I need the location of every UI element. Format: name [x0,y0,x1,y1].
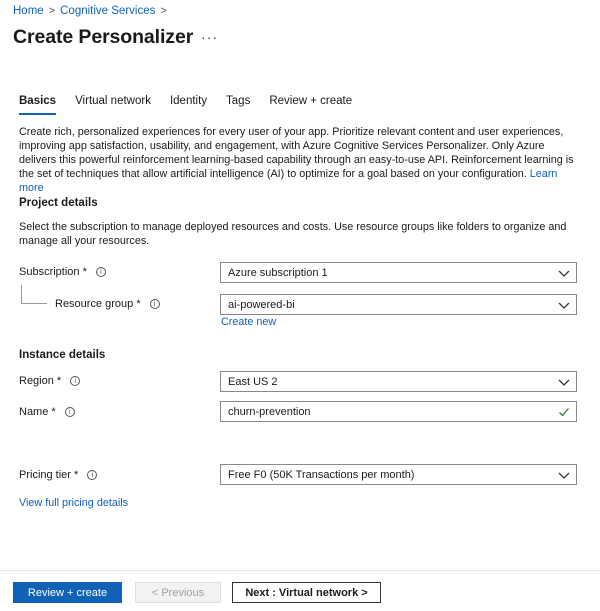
subscription-value: Azure subscription 1 [228,266,328,279]
resource-group-label: Resource group * i [55,298,160,310]
info-icon[interactable]: i [95,267,106,277]
tab-bar: Basics Virtual network Identity Tags Rev… [19,95,371,115]
info-icon[interactable]: i [87,470,98,480]
name-value: churn-prevention [228,405,311,418]
intro-text: Create rich, personalized experiences fo… [19,126,574,180]
intro-paragraph: Create rich, personalized experiences fo… [19,125,579,195]
name-label: Name * i [19,406,75,418]
chevron-down-icon [558,379,570,386]
chevron-down-icon [558,302,570,309]
resource-group-label-text: Resource group * [55,298,141,310]
tab-identity[interactable]: Identity [170,95,207,115]
info-icon[interactable]: i [64,407,75,417]
resource-group-dropdown[interactable]: ai-powered-bi [220,294,577,315]
next-virtual-network-button[interactable]: Next : Virtual network > [232,582,381,603]
breadcrumb-separator: > [48,5,56,17]
breadcrumb: Home > Cognitive Services > [13,5,167,17]
previous-button[interactable]: < Previous [135,582,221,603]
pricing-tier-label: Pricing tier * i [19,469,98,481]
subscription-label-text: Subscription * [19,266,87,278]
info-icon[interactable]: i [149,299,160,309]
info-icon[interactable]: i [70,376,81,386]
region-value: East US 2 [228,375,278,388]
view-pricing-link[interactable]: View full pricing details [19,497,128,509]
project-details-description: Select the subscription to manage deploy… [19,221,567,247]
review-create-button[interactable]: Review + create [13,582,122,603]
region-label: Region * i [19,375,81,387]
instance-details-heading: Instance details [19,349,106,361]
region-label-text: Region * [19,375,62,387]
pricing-tier-dropdown[interactable]: Free F0 (50K Transactions per month) [220,464,577,485]
breadcrumb-home[interactable]: Home [13,5,44,17]
tree-connector-vertical [21,285,22,303]
chevron-down-icon [558,472,570,479]
checkmark-icon [559,408,569,417]
tab-review-create[interactable]: Review + create [269,95,352,115]
resource-group-value: ai-powered-bi [228,298,295,311]
create-new-link[interactable]: Create new [221,316,276,328]
name-label-text: Name * [19,406,56,418]
pricing-tier-label-text: Pricing tier * [19,469,79,481]
pricing-tier-value: Free F0 (50K Transactions per month) [228,468,415,481]
tab-basics[interactable]: Basics [19,95,57,115]
breadcrumb-cognitive-services[interactable]: Cognitive Services [60,5,155,17]
tree-connector-horizontal [21,303,47,304]
more-options-icon[interactable]: ··· [201,29,218,45]
subscription-dropdown[interactable]: Azure subscription 1 [220,262,577,283]
footer-divider [0,570,600,571]
breadcrumb-separator-trailing: > [160,5,167,17]
subscription-label: Subscription * i [19,266,106,278]
project-details-heading: Project details [19,197,98,209]
tab-tags[interactable]: Tags [226,95,250,115]
tab-virtual-network[interactable]: Virtual network [75,95,151,115]
page-title: Create Personalizer [13,26,194,48]
name-input[interactable]: churn-prevention [220,401,577,422]
chevron-down-icon [558,270,570,277]
region-dropdown[interactable]: East US 2 [220,371,577,392]
